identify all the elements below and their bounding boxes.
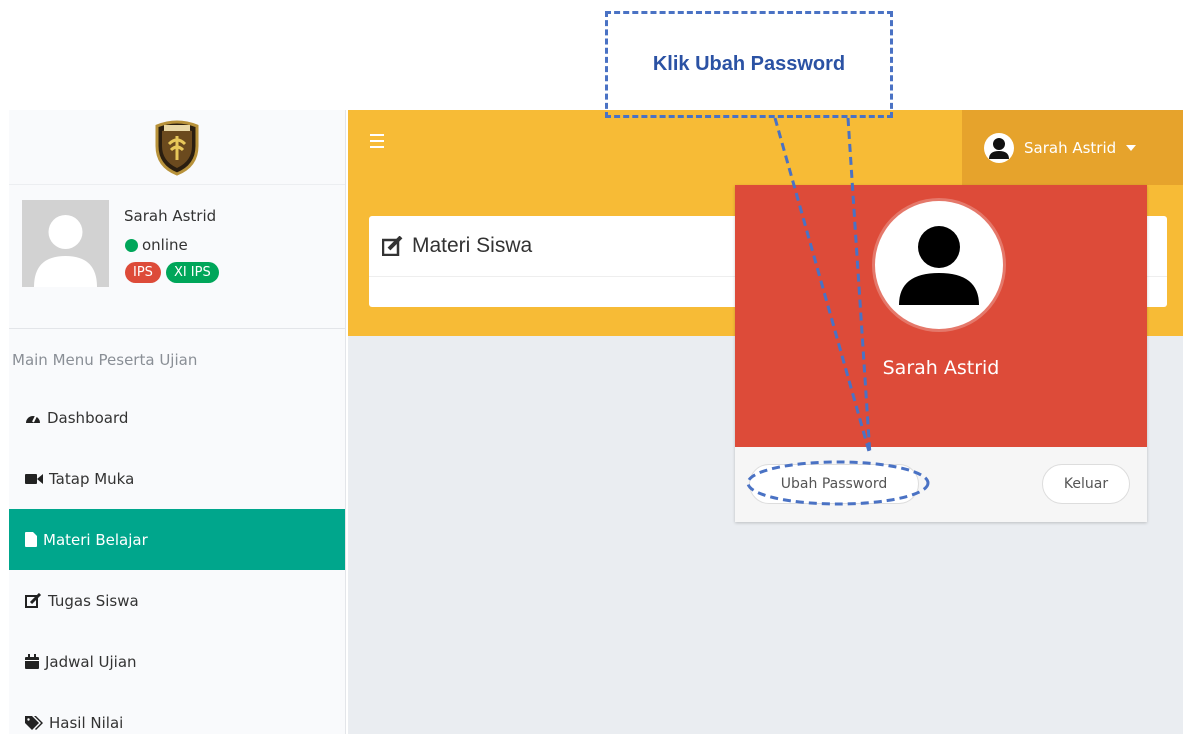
tags-icon bbox=[25, 715, 43, 730]
sidebar: Sarah Astrid online IPS XI IPS Main Menu… bbox=[9, 110, 346, 734]
edit-icon bbox=[25, 593, 42, 608]
sidebar-item-label: Dashboard bbox=[47, 408, 129, 427]
sidebar-user-name: Sarah Astrid bbox=[124, 207, 217, 225]
video-camera-icon bbox=[25, 473, 43, 484]
change-password-button[interactable]: Ubah Password bbox=[749, 464, 919, 504]
major-badge: IPS bbox=[125, 262, 161, 283]
sidebar-item-label: Materi Belajar bbox=[43, 530, 148, 549]
annotation-callout: Klik Ubah Password bbox=[605, 11, 893, 118]
sidebar-item-hasil-nilai[interactable]: Hasil Nilai bbox=[9, 692, 345, 734]
sidebar-item-materi-belajar[interactable]: Materi Belajar bbox=[9, 509, 345, 570]
top-navbar: Sarah Astrid bbox=[348, 110, 1183, 185]
user-menu-name: Sarah Astrid bbox=[1024, 138, 1117, 157]
edit-icon bbox=[382, 236, 403, 256]
menu-header: Main Menu Peserta Ujian bbox=[12, 351, 198, 369]
calendar-icon bbox=[25, 654, 39, 669]
dropdown-footer: Ubah Password Keluar bbox=[735, 447, 1147, 522]
dashboard-icon bbox=[26, 415, 40, 423]
caret-down-icon bbox=[1126, 144, 1137, 151]
sidebar-item-jadwal-ujian[interactable]: Jadwal Ujian bbox=[9, 631, 345, 692]
sidebar-item-label: Hasil Nilai bbox=[49, 713, 124, 732]
logo[interactable] bbox=[9, 110, 345, 185]
school-logo-icon bbox=[155, 120, 199, 176]
sidebar-item-label: Tatap Muka bbox=[49, 469, 135, 488]
user-panel: Sarah Astrid online IPS XI IPS bbox=[9, 185, 345, 329]
online-dot-icon bbox=[125, 238, 138, 252]
sidebar-item-label: Tugas Siswa bbox=[48, 591, 139, 610]
status-label: online bbox=[142, 236, 188, 254]
sidebar-item-dashboard[interactable]: Dashboard bbox=[9, 387, 345, 448]
dropdown-header: Sarah Astrid bbox=[735, 185, 1147, 447]
user-dropdown-menu: Sarah Astrid Ubah Password Keluar bbox=[735, 185, 1147, 522]
class-badge: XI IPS bbox=[165, 262, 219, 283]
file-icon bbox=[25, 532, 37, 547]
user-badges: IPS XI IPS bbox=[125, 262, 219, 283]
sidebar-item-label: Jadwal Ujian bbox=[45, 652, 137, 671]
logout-button[interactable]: Keluar bbox=[1042, 464, 1130, 504]
sidebar-item-tugas-siswa[interactable]: Tugas Siswa bbox=[9, 570, 345, 631]
user-menu-toggle[interactable]: Sarah Astrid bbox=[962, 110, 1183, 185]
user-status: online bbox=[125, 236, 188, 254]
profile-name: Sarah Astrid bbox=[882, 357, 1000, 379]
menu-toggle-icon[interactable] bbox=[370, 134, 392, 152]
user-avatar-icon bbox=[984, 132, 1014, 163]
sidebar-item-tatap-muka[interactable]: Tatap Muka bbox=[9, 448, 345, 509]
user-avatar bbox=[22, 200, 109, 287]
annotation-text: Klik Ubah Password bbox=[652, 53, 846, 75]
profile-avatar bbox=[875, 201, 1003, 329]
page-title: Materi Siswa bbox=[412, 234, 533, 257]
